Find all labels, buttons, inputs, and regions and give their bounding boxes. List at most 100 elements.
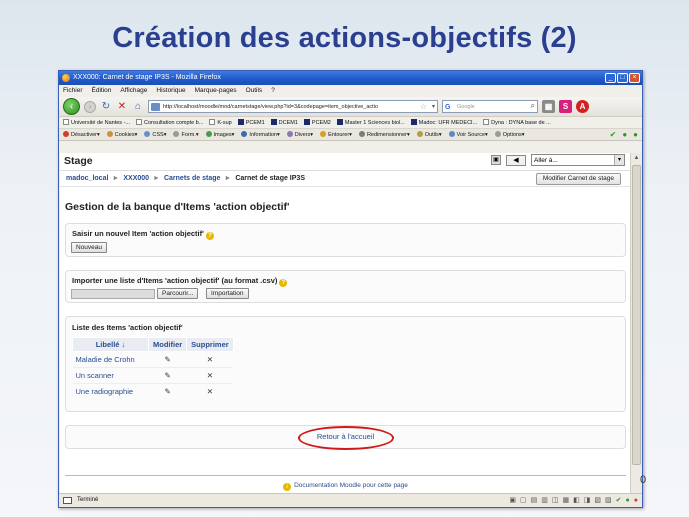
status-bar: Terminé ▣ ▢ ▤ ▥ ◫ ▦ ◧ ◨ ▧ ▨ ✔ ● ● xyxy=(59,493,642,507)
dev-forms[interactable]: Form.▾ xyxy=(173,129,199,140)
dev-css[interactable]: CSS▾ xyxy=(144,129,166,140)
menu-historique[interactable]: Historique xyxy=(156,85,185,97)
new-item-button[interactable]: Nouveau xyxy=(71,242,108,253)
delete-icon[interactable]: ✕ xyxy=(186,367,234,384)
breadcrumb-course[interactable]: XXX000 xyxy=(123,175,149,182)
bookmark-item[interactable]: Dyna : DYNA base de ... xyxy=(483,117,551,128)
delete-icon[interactable]: ✕ xyxy=(186,351,234,368)
delete-icon[interactable]: ✕ xyxy=(186,383,234,399)
jump-select[interactable]: Aller à... ▾ xyxy=(531,154,625,166)
forward-arrow-icon[interactable]: › xyxy=(84,100,96,113)
item-name[interactable]: Maladie de Crohn xyxy=(72,351,149,368)
menu-fichier[interactable]: Fichier xyxy=(63,85,83,97)
bookmark-item[interactable]: K-sup xyxy=(209,117,232,128)
dev-outline[interactable]: Entourer▾ xyxy=(320,129,352,140)
help-icon[interactable]: ? xyxy=(279,279,288,287)
column-libelle[interactable]: Libellé ↓ xyxy=(72,337,149,352)
bookmark-item[interactable]: DCEM1 xyxy=(270,117,298,128)
dev-view-source[interactable]: Voir Source▾ xyxy=(448,129,488,140)
menu-edition[interactable]: Édition xyxy=(92,85,112,97)
page-icon xyxy=(136,119,142,125)
maximize-button[interactable]: □ xyxy=(617,73,628,83)
bookmark-item[interactable]: PCEM1 xyxy=(237,117,265,128)
status-ok-icon[interactable]: ● xyxy=(626,494,630,507)
dev-disable[interactable]: Désactiver▾ xyxy=(63,129,100,140)
dev-divers[interactable]: Divers▾ xyxy=(286,129,313,140)
menu-help[interactable]: ? xyxy=(271,85,275,97)
bookmark-item[interactable]: PCEM2 xyxy=(303,117,331,128)
addon-status-icon[interactable]: ▧ xyxy=(594,494,601,507)
edit-carnet-button[interactable]: Modifier Carnet de stage xyxy=(535,173,621,185)
menu-affichage[interactable]: Affichage xyxy=(120,85,147,97)
menu-outils[interactable]: Outils xyxy=(246,85,263,97)
stop-icon[interactable]: ✕ xyxy=(116,101,128,112)
dev-tools[interactable]: Outils▾ xyxy=(416,129,442,140)
addon-status-icon[interactable]: ▥ xyxy=(541,494,548,507)
check-circle-icon[interactable]: ● xyxy=(633,129,638,140)
addon-status-icon[interactable]: ◧ xyxy=(573,494,580,507)
s-addon-icon[interactable]: S xyxy=(559,100,572,113)
previous-icon[interactable]: ◀ xyxy=(506,154,526,166)
form-icon xyxy=(173,131,180,137)
adblock-icon[interactable]: A xyxy=(576,100,589,113)
reload-icon[interactable]: ↻ xyxy=(100,101,112,112)
check-icon[interactable]: ✔ xyxy=(616,494,622,507)
url-dropdown-icon[interactable]: ▾ xyxy=(432,101,435,112)
browse-button[interactable]: Parcourir... xyxy=(157,288,199,299)
close-button[interactable]: × xyxy=(629,73,640,83)
new-item-label-text: Saisir un nouvel Item 'action objectif' xyxy=(72,229,204,238)
home-icon[interactable]: ⌂ xyxy=(132,101,144,112)
addon-status-icon[interactable]: ▤ xyxy=(531,494,538,507)
edit-icon[interactable]: ✎ xyxy=(148,383,187,399)
check-circle-icon[interactable]: ● xyxy=(622,129,627,140)
dev-images[interactable]: Images▾ xyxy=(205,129,234,140)
items-list-label: Liste des Items 'action objectif' xyxy=(72,323,183,332)
dev-resize[interactable]: Redimensionner▾ xyxy=(358,129,410,140)
item-name[interactable]: Un scanner xyxy=(72,367,149,384)
bookmark-star-icon[interactable]: ☆ xyxy=(420,101,427,112)
breadcrumb-carnets[interactable]: Carnets de stage xyxy=(164,175,220,182)
highlight-circle xyxy=(298,426,394,450)
bookmark-item[interactable]: Master 1 Sciences biol... xyxy=(336,117,405,128)
edit-icon[interactable]: ✎ xyxy=(148,351,187,368)
dev-cookies[interactable]: Cookies▾ xyxy=(106,129,137,140)
column-supprimer: Supprimer xyxy=(186,337,234,352)
addon-status-icon[interactable]: ◨ xyxy=(584,494,591,507)
dev-options[interactable]: Options▾ xyxy=(494,129,525,140)
check-icon[interactable]: ✔ xyxy=(610,129,617,140)
dev-label: Information xyxy=(249,132,277,138)
addon-status-icon[interactable]: ▨ xyxy=(605,494,612,507)
table-row: Maladie de Crohn ✎ ✕ xyxy=(72,351,234,368)
breadcrumb-madoc-local[interactable]: madoc_local xyxy=(66,175,108,182)
bookmark-item[interactable]: Consultation compte b... xyxy=(136,117,203,128)
scroll-thumb[interactable] xyxy=(632,165,641,465)
addon-status-icon[interactable]: ▢ xyxy=(520,494,527,507)
menu-marque-pages[interactable]: Marque-pages xyxy=(195,85,237,97)
vertical-scrollbar[interactable]: ▲ xyxy=(630,153,642,495)
addon-status-icon[interactable]: ◫ xyxy=(552,494,559,507)
addon-icon[interactable]: ▦ xyxy=(542,100,555,113)
bookmark-item[interactable]: Université de Nantes -... xyxy=(63,117,130,128)
moodle-doc-link[interactable]: Documentation Moodle pour cette page xyxy=(294,482,408,489)
item-name[interactable]: Une radiographie xyxy=(72,383,149,399)
firebug-icon[interactable]: ● xyxy=(634,494,638,507)
import-button[interactable]: Importation xyxy=(206,288,249,299)
bookmark-item[interactable]: Madoc: UFR MEDECI... xyxy=(410,117,477,128)
import-label-text: Importer une liste d'Items 'action objec… xyxy=(72,276,278,285)
file-path-input[interactable] xyxy=(71,289,155,299)
addon-status-icon[interactable]: ▦ xyxy=(563,494,570,507)
search-icon[interactable]: ⌕ xyxy=(531,100,535,112)
scroll-up-icon[interactable]: ▲ xyxy=(631,153,642,164)
search-input[interactable]: G Google ⌕ xyxy=(442,100,538,113)
minimize-button[interactable]: _ xyxy=(605,73,616,83)
dev-information[interactable]: Information▾ xyxy=(241,129,280,140)
history-icon[interactable]: ▣ xyxy=(491,155,501,165)
resize-icon xyxy=(358,131,365,137)
edit-icon[interactable]: ✎ xyxy=(148,367,187,384)
addon-status-icon[interactable]: ▣ xyxy=(509,494,516,507)
tools-icon xyxy=(416,131,423,137)
help-icon[interactable]: ? xyxy=(205,232,214,240)
back-arrow-icon[interactable]: ‹ xyxy=(63,98,80,115)
url-bar[interactable]: http://localhost/moodle/mod/carnetstage/… xyxy=(148,100,438,113)
import-box: Importer une liste d'Items 'action objec… xyxy=(65,270,626,303)
